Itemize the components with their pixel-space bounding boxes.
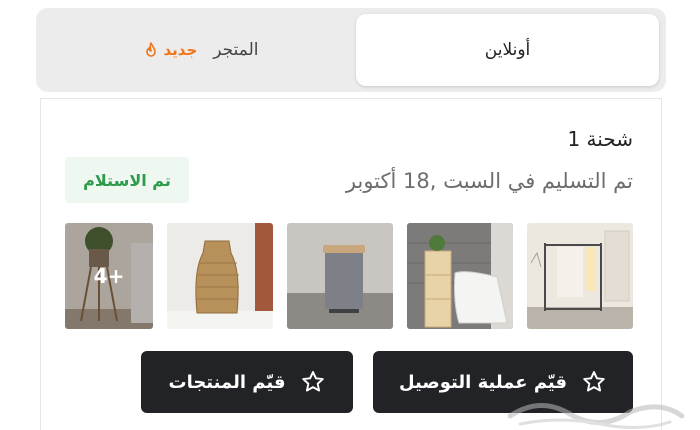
clothes-rack-image[interactable] <box>527 223 633 329</box>
status-badge: تم الاستلام <box>65 157 189 203</box>
tab-store-label: المتجر <box>213 40 259 60</box>
new-badge: جديد <box>144 41 198 59</box>
flame-icon <box>145 42 156 57</box>
plant-stand-image[interactable]: +4 <box>65 223 153 329</box>
woven-vase-image[interactable] <box>167 223 273 329</box>
watermark-logo <box>507 403 685 430</box>
tab-online[interactable]: أونلاين <box>356 14 659 86</box>
fulfillment-tabs: أونلاين المتجر جديد <box>36 8 666 92</box>
shipment-title: شحنة 1 <box>567 127 633 151</box>
new-badge-label: جديد <box>163 41 198 59</box>
more-items-count[interactable]: +4 <box>65 223 153 329</box>
tab-online-label: أونلاين <box>484 40 531 60</box>
trash-bin-image[interactable] <box>287 223 393 329</box>
rate-products-button[interactable]: قيّم المنتجات <box>141 351 353 413</box>
delivery-date: تم التسليم في السبت ,18 أكتوبر <box>345 169 633 193</box>
tab-store[interactable]: المتجر جديد <box>56 14 346 86</box>
rate-products-label: قيّم المنتجات <box>168 371 286 393</box>
product-thumbnails: +4 <box>65 223 633 329</box>
star-outline-icon <box>301 371 324 392</box>
bathtub-shelf-image[interactable] <box>407 223 513 329</box>
shipment-card: شحنة 1 تم التسليم في السبت ,18 أكتوبر تم… <box>40 98 662 430</box>
